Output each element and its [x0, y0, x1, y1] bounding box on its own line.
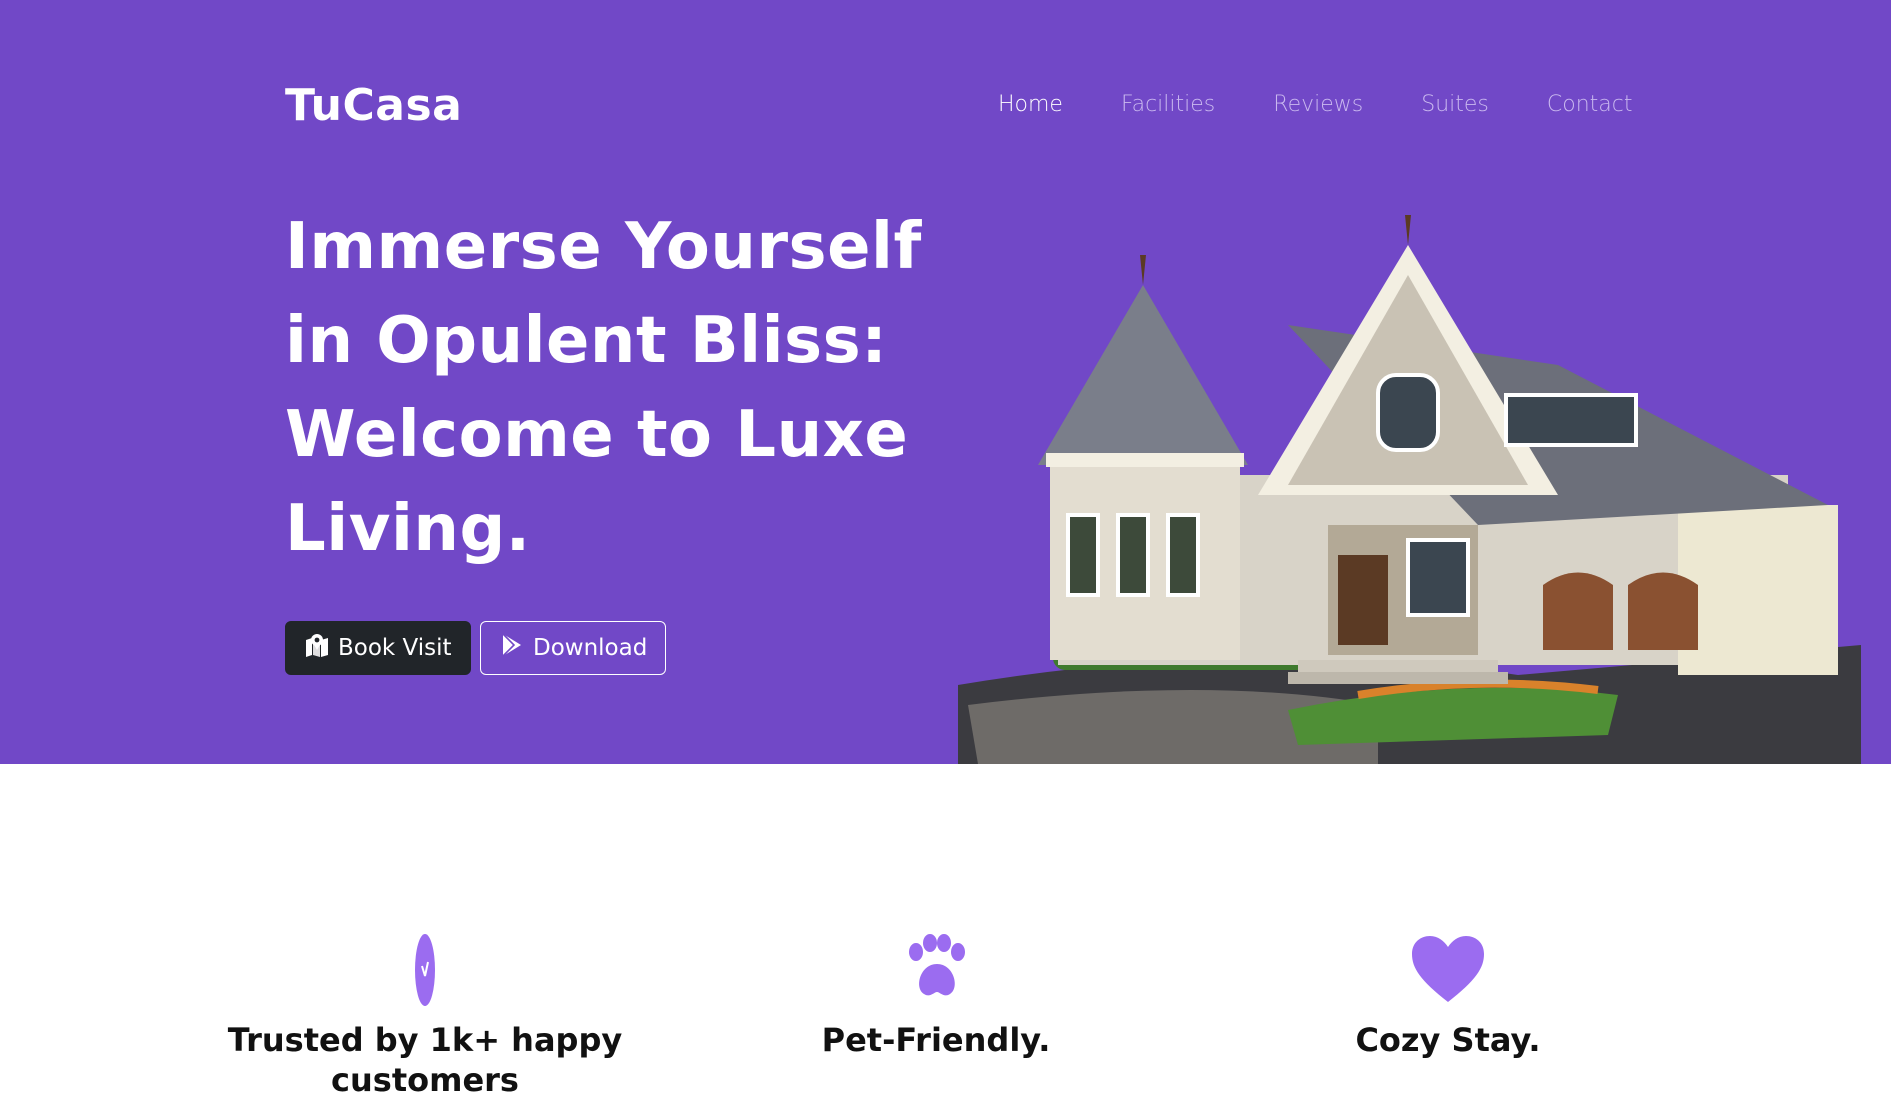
nav-item-contact[interactable]: Contact	[1547, 92, 1633, 117]
download-label: Download	[533, 635, 648, 661]
nav-item-home[interactable]: Home	[998, 92, 1063, 117]
main-nav: Home Facilities Reviews Suites Contact	[998, 92, 1632, 117]
headline-line-2: in Opulent Bliss:	[285, 304, 888, 378]
feature-cozy-stay: Cozy Stay.	[1238, 932, 1658, 1060]
feature-trusted: Trusted by 1k+ happy customers	[215, 932, 635, 1100]
hero-section: TuCasa Home Facilities Reviews Suites Co…	[0, 0, 1891, 764]
feature-title: Trusted by 1k+ happy customers	[227, 1021, 623, 1099]
map-pin-icon	[304, 632, 330, 664]
book-visit-label: Book Visit	[338, 635, 452, 661]
headline-line-3: Welcome to Luxe	[285, 398, 909, 472]
nav-item-facilities[interactable]: Facilities	[1121, 92, 1215, 117]
download-button[interactable]: Download	[480, 621, 667, 675]
play-store-icon	[499, 632, 525, 664]
book-visit-button[interactable]: Book Visit	[285, 621, 471, 675]
hero-headline: Immerse Yourself in Opulent Bliss: Welco…	[285, 200, 925, 576]
brand-logo[interactable]: TuCasa	[285, 80, 462, 131]
paw-icon	[726, 932, 1146, 1008]
nav-item-suites[interactable]: Suites	[1421, 92, 1489, 117]
feature-title: Cozy Stay.	[1355, 1021, 1541, 1059]
verified-badge-icon	[215, 932, 635, 1008]
nav-item-reviews[interactable]: Reviews	[1273, 92, 1363, 117]
headline-line-1: Immerse Yourself	[285, 210, 922, 284]
house-image	[958, 205, 1861, 764]
heart-icon	[1238, 932, 1658, 1008]
feature-title: Pet-Friendly.	[821, 1021, 1051, 1059]
headline-line-4: Living.	[285, 492, 531, 566]
feature-pet-friendly: Pet-Friendly.	[726, 932, 1146, 1060]
features-section: Trusted by 1k+ happy customers Pet-Frien…	[0, 764, 1891, 1099]
